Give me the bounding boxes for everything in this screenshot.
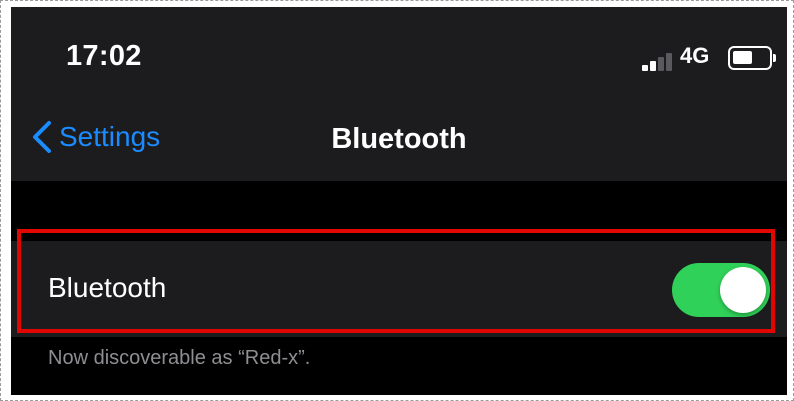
network-type: 4G — [680, 43, 710, 68]
status-bar: 17:02 4G — [11, 7, 787, 99]
signal-bar — [650, 61, 656, 71]
battery-icon — [728, 46, 772, 70]
battery-cap — [773, 54, 776, 62]
section-spacer — [11, 181, 787, 241]
back-button-label: Settings — [59, 121, 161, 152]
signal-bar — [658, 57, 664, 71]
signal-bar — [642, 65, 648, 71]
back-button[interactable]: Settings — [31, 115, 160, 159]
discoverable-note: Now discoverable as “Red-x”. — [48, 347, 311, 369]
status-time: 17:02 — [66, 40, 142, 72]
signal-bar — [666, 53, 672, 71]
bluetooth-row[interactable]: Bluetooth — [11, 241, 787, 337]
bluetooth-toggle[interactable] — [672, 263, 770, 317]
chevron-left-icon — [33, 121, 51, 153]
screenshot-frame: 17:02 4G Bluetooth Settings Bluetooth No… — [0, 0, 794, 401]
battery-level — [733, 51, 752, 64]
navigation-bar: Bluetooth Settings — [11, 99, 787, 181]
cellular-signal-icon — [642, 53, 678, 71]
phone-screen: 17:02 4G Bluetooth Settings Bluetooth No… — [11, 7, 787, 395]
toggle-knob — [720, 267, 766, 313]
bluetooth-row-label: Bluetooth — [48, 272, 167, 303]
